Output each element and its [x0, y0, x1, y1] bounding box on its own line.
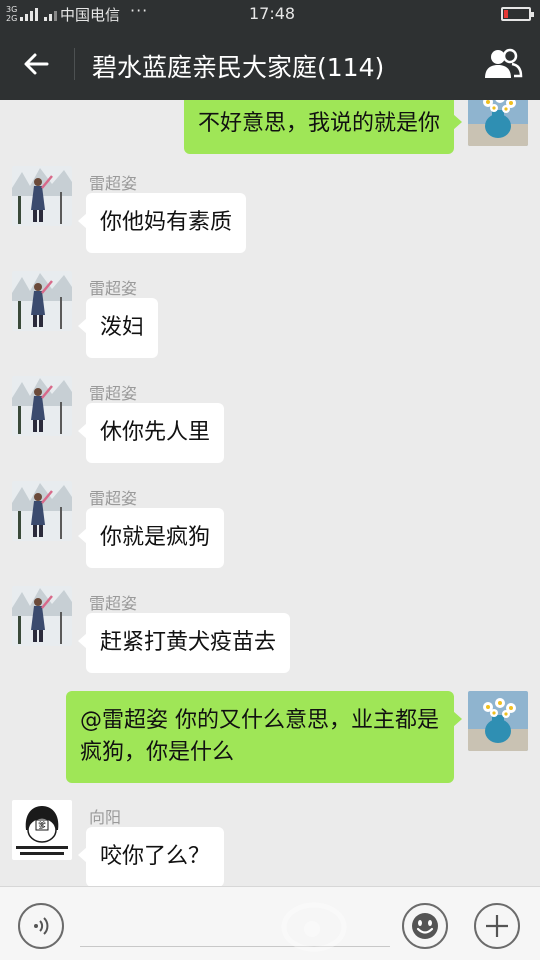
woman-snow-photo	[12, 586, 72, 646]
emoji-icon	[412, 913, 438, 939]
flower-vase-icon	[468, 100, 528, 146]
cartoon-meme-icon: 爹	[12, 800, 72, 860]
svg-text:爹: 爹	[38, 820, 46, 830]
plus-icon	[486, 915, 508, 937]
message-input-bar	[0, 886, 540, 960]
woman-snow-avatar[interactable]	[12, 376, 72, 436]
weibo-watermark-icon	[281, 902, 347, 952]
message-bubble-incoming[interactable]: 休你先人里	[77, 403, 225, 463]
message-bubble-outgoing[interactable]: 不好意思，我说的就是你	[183, 100, 463, 154]
woman-snow-avatar[interactable]	[12, 481, 72, 541]
status-bar: 3G 2G 中国电信 ··· 17:48	[0, 0, 540, 28]
sender-name: 雷超姿	[89, 279, 138, 298]
clock: 17:48	[249, 4, 296, 23]
message-list[interactable]: 不好意思，我说的就是你 雷超姿 你他妈有素质 雷超姿 泼妇 雷超姿 休你先人里 …	[0, 100, 540, 886]
message-bubble-outgoing[interactable]: @雷超姿 你的又什么意思，业主都是疯狗，你是什么	[66, 691, 462, 783]
message-bubble-incoming[interactable]: 赶紧打黄犬疫苗去	[77, 613, 291, 673]
flower-vase-avatar[interactable]	[468, 100, 528, 146]
emoji-button[interactable]	[402, 903, 448, 949]
woman-snow-photo	[12, 481, 72, 541]
sender-name: 雷超姿	[89, 594, 138, 613]
woman-snow-avatar[interactable]	[12, 271, 72, 331]
group-members-icon	[485, 48, 523, 78]
svg-text:2G: 2G	[6, 14, 17, 23]
voice-button[interactable]	[18, 903, 64, 949]
sender-name: 雷超姿	[89, 174, 138, 193]
group-members-button[interactable]	[480, 44, 526, 84]
woman-snow-avatar[interactable]	[12, 166, 72, 226]
message-bubble-incoming[interactable]: 你就是疯狗	[77, 508, 225, 568]
woman-snow-photo	[12, 166, 72, 226]
sender-name: 雷超姿	[89, 384, 138, 403]
back-button[interactable]	[14, 44, 58, 84]
flower-vase-avatar[interactable]	[468, 691, 528, 751]
chat-header: 碧水蓝庭亲民大家庭(114)	[0, 28, 540, 100]
sender-name: 向阳	[89, 808, 122, 827]
battery-icon	[501, 7, 534, 21]
woman-snow-photo	[12, 376, 72, 436]
back-arrow-icon	[24, 53, 49, 75]
carrier-label: 中国电信	[60, 6, 121, 24]
woman-snow-avatar[interactable]	[12, 586, 72, 646]
more-options-button[interactable]	[474, 903, 520, 949]
status-dots: ···	[130, 1, 149, 20]
chat-title: 碧水蓝庭亲民大家庭(114)	[92, 53, 385, 82]
header-divider	[74, 48, 75, 80]
message-bubble-incoming[interactable]: 泼妇	[77, 298, 159, 358]
woman-snow-photo	[12, 271, 72, 331]
sender-name: 雷超姿	[89, 489, 138, 508]
flower-vase-icon	[468, 691, 528, 751]
voice-icon	[34, 917, 49, 935]
svg-text:3G: 3G	[6, 5, 17, 14]
battery-level	[504, 10, 508, 18]
signal-icon: 3G 2G	[6, 5, 57, 23]
message-bubble-incoming[interactable]: 你他妈有素质	[77, 193, 247, 253]
message-bubble-incoming[interactable]: 咬你了么？	[77, 827, 225, 886]
cartoon-meme-avatar[interactable]: 爹	[12, 800, 72, 860]
